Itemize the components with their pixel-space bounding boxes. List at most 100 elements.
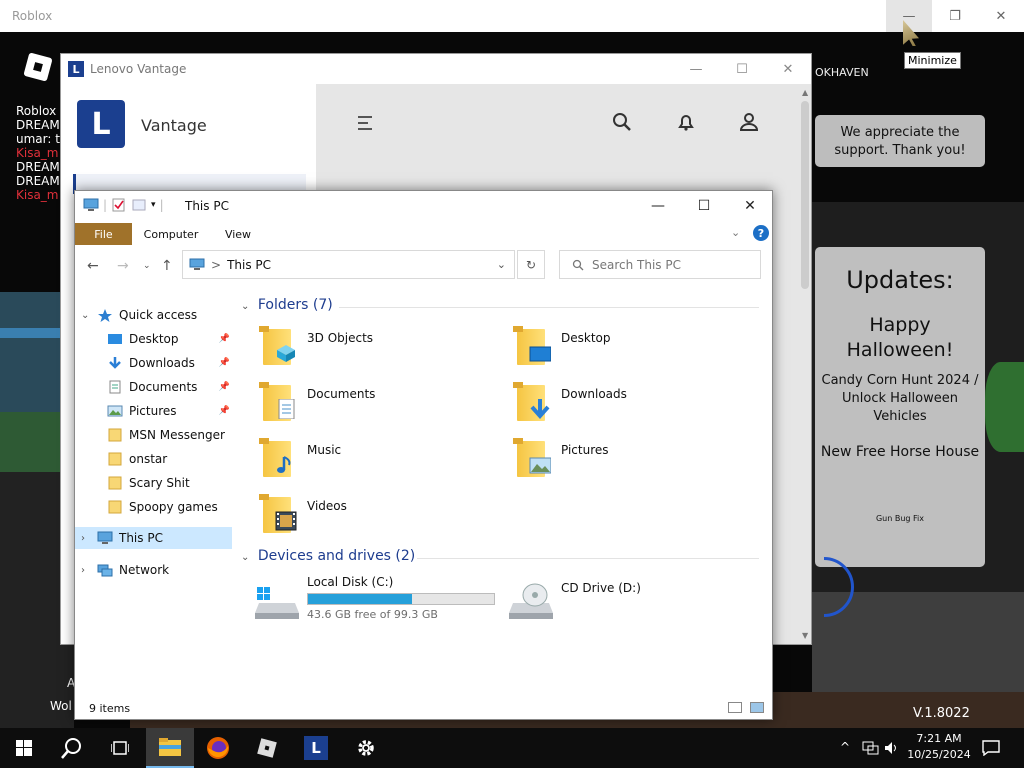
- folder-item-3d-objects[interactable]: 3D Objects: [259, 325, 479, 375]
- scroll-up-icon[interactable]: ▲: [802, 88, 808, 97]
- settings-icon[interactable]: [342, 728, 390, 768]
- folder-item-documents[interactable]: Documents: [259, 381, 479, 431]
- lenovo-vantage-icon[interactable]: L: [292, 728, 340, 768]
- scroll-down-icon[interactable]: ▼: [802, 631, 808, 640]
- properties-icon[interactable]: [111, 198, 127, 212]
- downloads-icon: [109, 357, 121, 369]
- folder-item-desktop[interactable]: Desktop: [513, 325, 733, 375]
- tree-item-onstar[interactable]: onstar: [75, 448, 232, 470]
- roblox-logo-icon[interactable]: [23, 52, 53, 82]
- address-dropdown-chevron-icon[interactable]: ⌄: [497, 258, 506, 271]
- refresh-icon[interactable]: ↻: [517, 250, 545, 279]
- roblox-window-title: Roblox: [12, 9, 53, 23]
- folder-item-downloads[interactable]: Downloads: [513, 381, 733, 431]
- vantage-app-name: Vantage: [141, 116, 207, 135]
- collapse-chevron-icon[interactable]: ⌄: [241, 552, 249, 563]
- tree-item-scary-shit[interactable]: Scary Shit: [75, 472, 232, 494]
- task-view-icon[interactable]: [96, 728, 144, 768]
- folder-item-music[interactable]: Music: [259, 437, 479, 487]
- roblox-maximize-button[interactable]: ❐: [932, 0, 978, 32]
- pin-icon[interactable]: 📌: [219, 382, 230, 392]
- tree-item-desktop[interactable]: Desktop 📌: [75, 328, 232, 350]
- local-disk-icon: [255, 587, 299, 619]
- explorer-window-title: This PC: [185, 199, 229, 213]
- roblox-close-button[interactable]: ✕: [978, 0, 1024, 32]
- firefox-icon[interactable]: [194, 728, 242, 768]
- vantage-close-button[interactable]: ✕: [765, 54, 811, 84]
- 3d-objects-icon: [259, 325, 299, 373]
- large-icons-view-icon[interactable]: [750, 702, 764, 713]
- help-icon[interactable]: ?: [753, 225, 769, 241]
- tree-label: Spoopy games: [129, 500, 218, 514]
- quick-access-toolbar: | ▾ |: [83, 198, 164, 212]
- tree-item-network[interactable]: › Network: [75, 559, 232, 581]
- start-icon[interactable]: [0, 728, 48, 768]
- address-bar[interactable]: > This PC ⌄: [182, 250, 515, 279]
- pictures-icon: [107, 405, 123, 417]
- forward-arrow-icon[interactable]: →: [117, 258, 129, 274]
- search-box[interactable]: Search This PC: [559, 250, 761, 279]
- pin-icon[interactable]: 📌: [219, 406, 230, 416]
- recent-locations-chevron-icon[interactable]: ⌄: [143, 261, 151, 271]
- show-hidden-icons-chevron-icon[interactable]: ^: [840, 740, 850, 754]
- tree-item-pictures[interactable]: Pictures 📌: [75, 400, 232, 422]
- folder-icon: [108, 452, 122, 466]
- folder-item-videos[interactable]: Videos: [259, 493, 479, 543]
- game-scenery: [0, 328, 60, 338]
- menu-icon[interactable]: [358, 116, 376, 130]
- search-icon[interactable]: [48, 728, 96, 768]
- navigation-bar: ← → ⌄ ↑ > This PC ⌄ ↻ Search This PC: [75, 249, 772, 283]
- bell-icon[interactable]: [676, 112, 696, 132]
- expand-chevron-icon[interactable]: ›: [81, 565, 97, 576]
- up-arrow-icon[interactable]: ↑: [161, 258, 173, 274]
- tree-item-spoopy-games[interactable]: Spoopy games: [75, 496, 232, 518]
- expand-ribbon-chevron-icon[interactable]: ⌄: [731, 226, 740, 239]
- desktop-folder-icon: [513, 325, 553, 373]
- back-arrow-icon[interactable]: ←: [87, 258, 99, 274]
- customize-qat-icon[interactable]: ▾: [151, 200, 156, 210]
- pin-icon[interactable]: 📌: [219, 334, 230, 344]
- pin-icon[interactable]: 📌: [219, 358, 230, 368]
- account-icon[interactable]: [739, 112, 759, 132]
- explorer-minimize-button[interactable]: —: [635, 191, 681, 221]
- tree-quick-access[interactable]: ⌄ Quick access: [75, 304, 232, 326]
- folder-item-pictures[interactable]: Pictures: [513, 437, 733, 487]
- clock[interactable]: 7:21 AM 10/25/2024: [906, 731, 972, 763]
- updates-headline: Happy Halloween!: [846, 314, 954, 361]
- game-version: V.1.8022: [913, 706, 970, 721]
- action-center-icon[interactable]: [982, 740, 1000, 756]
- new-folder-icon[interactable]: [131, 198, 147, 212]
- address-path[interactable]: This PC: [227, 258, 271, 272]
- this-pc-icon: [189, 258, 205, 270]
- network-icon[interactable]: [862, 741, 880, 755]
- vantage-maximize-button[interactable]: ☐: [719, 54, 765, 84]
- collapse-chevron-icon[interactable]: ⌄: [241, 301, 249, 312]
- item-count: 9 items: [89, 702, 131, 715]
- volume-icon[interactable]: [884, 741, 900, 755]
- vantage-scrollbar[interactable]: [801, 101, 809, 289]
- vantage-minimize-button[interactable]: —: [673, 54, 719, 84]
- tree-item-documents[interactable]: Documents 📌: [75, 376, 232, 398]
- explorer-maximize-button[interactable]: ☐: [681, 191, 727, 221]
- expand-chevron-icon[interactable]: ⌄: [81, 310, 97, 321]
- tab-computer[interactable]: Computer: [144, 223, 199, 245]
- chat-line: Roblox: [16, 104, 57, 118]
- updates-item: Candy Corn Hunt 2024 / Unlock Halloween …: [821, 373, 979, 424]
- drive-item-cd-drive[interactable]: CD Drive (D:): [509, 573, 729, 623]
- explorer-close-button[interactable]: ✕: [727, 191, 773, 221]
- tab-view[interactable]: View: [225, 223, 251, 245]
- tab-file[interactable]: File: [75, 223, 132, 245]
- chat-line: DREAM: [16, 118, 60, 132]
- tree-item-this-pc[interactable]: › This PC: [75, 527, 232, 549]
- expand-chevron-icon[interactable]: ›: [81, 533, 97, 544]
- search-icon[interactable]: [612, 112, 632, 132]
- tree-item-downloads[interactable]: Downloads 📌: [75, 352, 232, 374]
- drive-item-local-disk[interactable]: Local Disk (C:) 43.6 GB free of 99.3 GB: [255, 573, 505, 623]
- folder-name: Music: [307, 443, 342, 457]
- file-explorer-icon[interactable]: [146, 728, 194, 768]
- roblox-icon[interactable]: [243, 728, 291, 768]
- drives-group-header[interactable]: ⌄ Devices and drives (2): [241, 548, 761, 564]
- tree-item-msn-messenger[interactable]: MSN Messenger: [75, 424, 232, 446]
- folders-group-header[interactable]: ⌄ Folders (7): [241, 297, 761, 313]
- details-view-icon[interactable]: [728, 702, 742, 713]
